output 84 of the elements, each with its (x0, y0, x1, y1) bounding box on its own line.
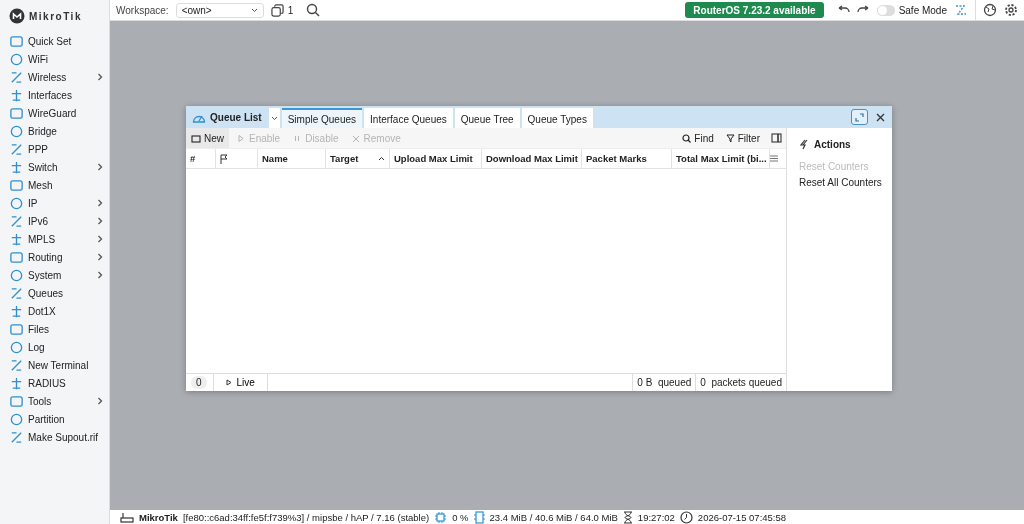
caret-icon (270, 115, 278, 121)
uptime: 19:27:02 (637, 511, 675, 523)
sidebar-item[interactable]: New Terminal (9, 356, 109, 374)
sidebar-item[interactable]: Partition (9, 410, 109, 428)
cross-icon (350, 133, 361, 143)
clock-icon (679, 510, 693, 524)
bytes-queued: 0 B queued (632, 374, 696, 391)
window-title: Queue List (186, 106, 268, 128)
memory-icon (473, 510, 485, 524)
undo-icon[interactable] (836, 5, 850, 15)
item-count: 0 (191, 376, 207, 389)
tab[interactable]: Queue Types (521, 108, 593, 128)
actions-title: Actions (814, 139, 851, 150)
sidebar-item[interactable]: Files (9, 320, 109, 338)
window-icon (191, 133, 201, 143)
sidebar-item[interactable]: RADIUS (9, 374, 109, 392)
sidebar-item[interactable]: IP (9, 194, 109, 212)
sidebar-item[interactable]: Queues (9, 284, 109, 302)
sidebar-item[interactable]: Tools (9, 392, 109, 410)
sidebar-item[interactable]: Mesh (9, 176, 109, 194)
safe-mode-toggle[interactable] (876, 4, 895, 16)
expand-button[interactable] (851, 109, 868, 125)
identity: MikroTik (139, 511, 178, 523)
sidebar-item[interactable]: IPv6 (9, 212, 109, 230)
expand-icon (855, 112, 864, 122)
toolbar-button[interactable]: New (186, 128, 229, 148)
hourglass-icon (622, 510, 633, 524)
sidebar-item[interactable]: Quick Set (9, 32, 109, 50)
sidebar-item[interactable]: Bridge (9, 122, 109, 140)
search-icon[interactable] (306, 3, 321, 17)
column-header[interactable]: Name (258, 149, 326, 168)
safe-mode-label: Safe Mode (898, 4, 947, 16)
columns-menu-icon[interactable] (770, 155, 778, 162)
memory-usage: 23.4 MiB / 40.6 MiB / 64.0 MiB (489, 511, 618, 523)
sidebar-item[interactable]: Interfaces (9, 86, 109, 104)
update-badge[interactable]: RouterOS 7.23.2 available (685, 2, 824, 18)
column-header[interactable]: Download Max Limit (482, 149, 582, 168)
workspace-dropdown[interactable]: <own> (175, 2, 264, 18)
device-info: [fe80::c6ad:34ff:fe5f:f739%3] / mipsbe / hAP / 7.16 (stable) (182, 511, 430, 523)
column-header[interactable]: Upload Max Limit (390, 149, 482, 168)
sidebar-item[interactable]: Log (9, 338, 109, 356)
column-header[interactable]: Target (326, 149, 390, 168)
date-time: 2026-07-15 07:45:58 (697, 511, 787, 523)
packets-queued: 0 packets queued (695, 374, 786, 391)
tab[interactable]: Queue Tree (454, 108, 520, 128)
tab[interactable]: Interface Queues (364, 108, 453, 128)
lightning-icon (799, 139, 809, 150)
sidebar-item[interactable]: System (9, 266, 109, 284)
workspace-label: Workspace: (116, 4, 169, 16)
sidebar-item[interactable]: WiFi (9, 50, 109, 68)
flag-icon (220, 153, 228, 164)
caret-icon (250, 7, 258, 13)
action-link[interactable]: Reset All Counters (799, 174, 892, 190)
window-count: 1 (287, 4, 294, 16)
play-icon (225, 379, 232, 386)
sidebar-item[interactable]: Make Supout.rif (9, 428, 109, 446)
filter-icon (725, 133, 735, 143)
play-icon (236, 133, 246, 143)
column-header[interactable]: # (186, 149, 216, 168)
sidebar-item[interactable]: WireGuard (9, 104, 109, 122)
sidebar-item[interactable]: Switch (9, 158, 109, 176)
tab[interactable]: Simple Queues (281, 108, 363, 128)
sidebar-item[interactable]: PPP (9, 140, 109, 158)
column-header[interactable]: Packet Marks (582, 149, 672, 168)
router-icon (120, 511, 134, 523)
sidebar-item[interactable]: Dot1X (9, 302, 109, 320)
cpu-icon (434, 510, 448, 524)
globe-icon[interactable] (983, 3, 997, 17)
sidebar-item[interactable]: Routing (9, 248, 109, 266)
windows-icon[interactable] (270, 3, 284, 17)
live-button[interactable]: Live (212, 374, 268, 391)
filter-button[interactable]: Filter (720, 128, 765, 148)
sidebar-item[interactable]: Wireless (9, 68, 109, 86)
panel-icon[interactable] (771, 133, 782, 143)
logo-icon (9, 8, 25, 24)
column-header[interactable]: Total Max Limit (bi... (672, 149, 770, 168)
brand-name: MikroTik (29, 10, 82, 22)
settings-icon[interactable] (1004, 3, 1018, 17)
redo-icon[interactable] (856, 5, 870, 15)
find-button[interactable]: Find (677, 128, 719, 148)
search-icon (682, 133, 692, 143)
sidebar-item[interactable]: MPLS (9, 230, 109, 248)
cpu-load: 0 % (452, 511, 469, 523)
close-icon[interactable] (876, 112, 885, 122)
